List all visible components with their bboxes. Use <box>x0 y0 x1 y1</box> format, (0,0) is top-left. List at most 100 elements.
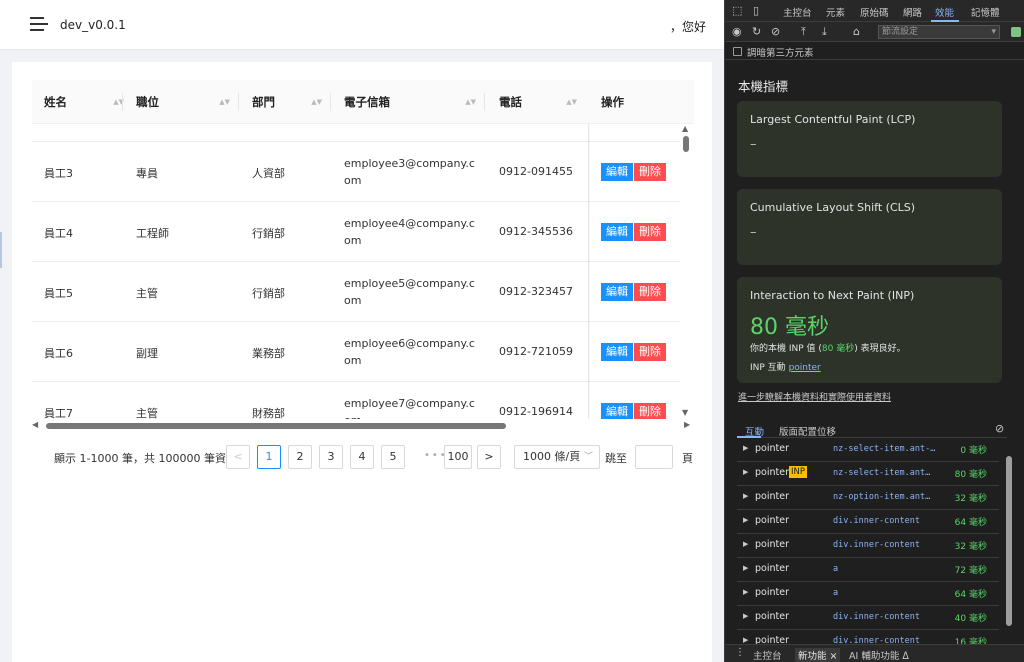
tab-sources[interactable]: 原始碼 <box>860 5 889 19</box>
edit-button[interactable]: 編輯 <box>601 343 633 361</box>
sort-icon[interactable]: ▲▼ <box>465 80 476 124</box>
interaction-row[interactable]: ▶ pointer div.inner-content 40 毫秒 <box>737 606 999 630</box>
interaction-row[interactable]: ▶ pointer a 72 毫秒 <box>737 558 999 582</box>
interaction-row[interactable]: ▶ pointer div.inner-content 16 毫秒 <box>737 630 999 644</box>
device-toolbar-icon[interactable]: ▯ <box>753 4 759 17</box>
sort-icon[interactable]: ▲▼ <box>311 80 322 124</box>
edit-button[interactable]: 編輯 <box>601 223 633 241</box>
delete-button[interactable]: 刪除 <box>634 283 666 301</box>
interaction-target[interactable]: a <box>833 564 941 574</box>
interaction-target[interactable]: div.inner-content <box>833 612 941 622</box>
page-button-2[interactable]: 2 <box>288 445 312 469</box>
column-header-dept[interactable]: 部門 ▲▼ <box>252 80 332 124</box>
interaction-target[interactable]: div.inner-content <box>833 636 941 644</box>
edit-button[interactable]: 編輯 <box>601 403 633 419</box>
edit-button[interactable]: 編輯 <box>601 283 633 301</box>
inp-label: Interaction to Next Paint (INP) <box>750 289 915 302</box>
inp-interaction-link[interactable]: pointer <box>789 363 821 373</box>
scroll-up-icon[interactable]: ▲ <box>682 124 688 133</box>
cell-name: 員工3 <box>44 167 73 180</box>
page-size-select[interactable]: 1000 條/頁 ﹀ <box>514 445 600 469</box>
edit-button[interactable]: 編輯 <box>601 163 633 181</box>
sort-icon[interactable]: ▲▼ <box>219 80 230 124</box>
interaction-row[interactable]: ▶ pointer INP nz-select-item.ant… 80 毫秒 <box>737 462 999 486</box>
prev-page-button[interactable]: < <box>226 445 250 469</box>
tab-memory[interactable]: 記憶體 <box>971 5 1000 19</box>
interactions-scrollbar[interactable] <box>1005 446 1013 636</box>
pagination: 顯示 1-1000 筆，共 100000 筆資料 < 1 2 3 4 5 •••… <box>12 442 712 472</box>
scroll-left-icon[interactable]: ◀ <box>32 420 38 429</box>
sort-icon[interactable]: ▲▼ <box>566 80 577 124</box>
menu-toggle-icon[interactable] <box>30 16 48 32</box>
tab-layout-shifts[interactable]: 版面配置位移 <box>779 424 836 438</box>
delete-button[interactable]: 刪除 <box>634 163 666 181</box>
throttle-select[interactable]: 節流設定 ▾ <box>878 25 1000 39</box>
interaction-target[interactable]: div.inner-content <box>833 540 941 550</box>
interaction-row[interactable]: ▶ pointer div.inner-content 32 毫秒 <box>737 534 999 558</box>
tab-performance[interactable]: 效能 <box>935 5 954 19</box>
enabled-checkbox[interactable] <box>1011 27 1021 37</box>
tab-elements[interactable]: 元素 <box>826 5 845 19</box>
scroll-thumb[interactable] <box>1006 456 1012 626</box>
table-body[interactable]: 員工3 專員 人資部 employee3@company.com 0912-09… <box>32 124 694 419</box>
drawer-tab-console[interactable]: 主控台 <box>753 648 782 662</box>
column-header-title[interactable]: 職位 ▲▼ <box>136 80 240 124</box>
more-options-icon[interactable]: ⋮ <box>735 647 745 658</box>
upload-icon[interactable]: ⤒ <box>801 25 806 39</box>
page-button-last[interactable]: 100 <box>444 445 472 469</box>
expand-icon[interactable]: ▶ <box>743 540 748 548</box>
expand-icon[interactable]: ▶ <box>743 444 748 452</box>
vertical-scrollbar[interactable]: ▲ ▼ <box>680 124 692 420</box>
expand-icon[interactable]: ▶ <box>743 564 748 572</box>
interactions-list[interactable]: ▶ pointer nz-select-item.ant-… 0 毫秒 ▶ po… <box>737 438 1003 644</box>
drawer-tab-whats-new[interactable]: 新功能 × <box>795 648 841 662</box>
column-header-name[interactable]: 姓名 ▲▼ <box>44 80 134 124</box>
table-row: 員工6 副理 業務部 employee6@company.com 0912-72… <box>32 322 680 382</box>
column-header-phone[interactable]: 電話 ▲▼ <box>499 80 587 124</box>
record-icon[interactable]: ◉ <box>732 25 742 38</box>
interaction-row[interactable]: ▶ pointer a 64 毫秒 <box>737 582 999 606</box>
page-button-3[interactable]: 3 <box>319 445 343 469</box>
drawer-tab-ai-assistance[interactable]: AI 輔助功能 ᐃ <box>849 648 909 662</box>
expand-icon[interactable]: ▶ <box>743 636 748 644</box>
horizontal-scrollbar[interactable]: ◀ ▶ <box>32 420 694 432</box>
delete-button[interactable]: 刪除 <box>634 403 666 419</box>
interaction-row[interactable]: ▶ pointer nz-option-item.ant… 32 毫秒 <box>737 486 999 510</box>
expand-icon[interactable]: ▶ <box>743 612 748 620</box>
reload-icon[interactable]: ↻ <box>752 25 761 38</box>
expand-icon[interactable]: ▶ <box>743 588 748 596</box>
interaction-target[interactable]: nz-select-item.ant-… <box>833 444 941 454</box>
tab-network[interactable]: 網路 <box>903 5 922 19</box>
tab-console[interactable]: 主控台 <box>783 5 812 19</box>
interaction-target[interactable]: div.inner-content <box>833 516 941 526</box>
expand-icon[interactable]: ▶ <box>743 468 748 476</box>
interaction-row[interactable]: ▶ pointer nz-select-item.ant-… 0 毫秒 <box>737 438 999 462</box>
column-header-email[interactable]: 電子信箱 ▲▼ <box>344 80 486 124</box>
expand-icon[interactable]: ▶ <box>743 516 748 524</box>
inspect-element-icon[interactable]: ⬚ <box>732 4 742 17</box>
jump-page-input[interactable] <box>635 445 673 469</box>
page-button-1[interactable]: 1 <box>257 445 281 469</box>
page-button-4[interactable]: 4 <box>350 445 374 469</box>
page-button-5[interactable]: 5 <box>381 445 405 469</box>
delete-button[interactable]: 刪除 <box>634 223 666 241</box>
interaction-row[interactable]: ▶ pointer div.inner-content 64 毫秒 <box>737 510 999 534</box>
cell-name: 員工7 <box>44 407 73 419</box>
download-icon[interactable]: ⤓ <box>822 25 827 39</box>
scroll-right-icon[interactable]: ▶ <box>684 420 690 429</box>
next-page-button[interactable]: > <box>477 445 501 469</box>
clear-interactions-icon[interactable]: ⊘ <box>995 422 1004 435</box>
dim-third-party-checkbox[interactable] <box>733 47 742 56</box>
home-icon[interactable]: ⌂ <box>853 25 860 38</box>
clear-icon[interactable]: ⊘ <box>771 25 780 38</box>
scroll-thumb[interactable] <box>46 423 506 429</box>
scroll-down-icon[interactable]: ▼ <box>682 408 688 417</box>
scroll-thumb[interactable] <box>683 136 689 152</box>
interaction-target[interactable]: nz-select-item.ant… <box>833 468 941 478</box>
interaction-target[interactable]: a <box>833 588 941 598</box>
learn-more-link[interactable]: 進一步瞭解本機資料和實際使用者資料 <box>738 390 891 403</box>
devtools-drawer: ⋮ 主控台 新功能 × AI 輔助功能 ᐃ <box>725 644 1024 662</box>
interaction-target[interactable]: nz-option-item.ant… <box>833 492 941 502</box>
expand-icon[interactable]: ▶ <box>743 492 748 500</box>
delete-button[interactable]: 刪除 <box>634 343 666 361</box>
